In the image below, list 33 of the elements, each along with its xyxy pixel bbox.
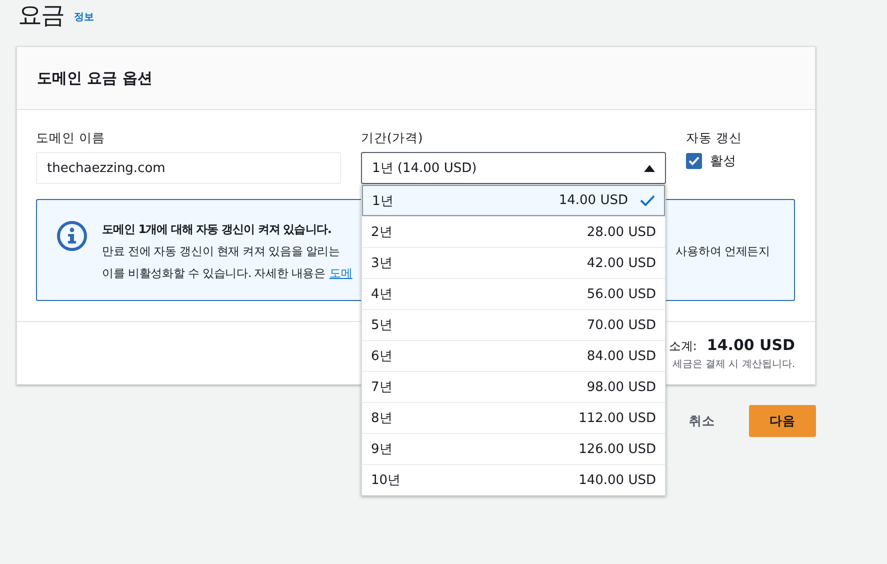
tax-note: 세금은 결제 시 계산됩니다.: [672, 358, 795, 370]
dropdown-option[interactable]: 1년 14.00 USD: [362, 185, 665, 216]
info-link[interactable]: 정보: [74, 10, 94, 30]
alert-title: 도메인 1개에 대해 자동 갱신이 켜져 있습니다.: [102, 221, 331, 238]
info-icon: [56, 220, 88, 252]
alert-text: 사용하여 언제든지: [676, 243, 770, 260]
alert-text: 이를 비활성화할 수 있습니다. 자세한 내용은: [102, 265, 326, 282]
duration-select[interactable]: 1년 (14.00 USD): [361, 152, 666, 184]
dropdown-option[interactable]: 10년 140.00 USD: [362, 464, 665, 495]
page-title: 요금: [18, 0, 64, 30]
checkbox-label: 활성: [710, 153, 736, 170]
domain-name-field[interactable]: thechaezzing.com: [36, 152, 341, 184]
alert-link[interactable]: 도메: [330, 266, 352, 280]
field-label: 기간(가격): [361, 130, 424, 146]
dropdown-option[interactable]: 8년 112.00 USD: [362, 402, 665, 433]
dropdown-option[interactable]: 5년 70.00 USD: [362, 309, 665, 340]
field-label: 자동 갱신: [686, 130, 742, 146]
dropdown-option[interactable]: 9년 126.00 USD: [362, 433, 665, 464]
dropdown-option[interactable]: 4년 56.00 USD: [362, 278, 665, 309]
dropdown-option[interactable]: 3년 42.00 USD: [362, 247, 665, 278]
alert-text: 만료 전에 자동 갱신이 현재 켜져 있음을 알리는: [102, 243, 340, 260]
cancel-button[interactable]: 취소: [683, 405, 721, 437]
check-icon: [640, 195, 655, 206]
dropdown-option[interactable]: 2년 28.00 USD: [362, 216, 665, 247]
field-label: 도메인 이름: [36, 130, 106, 146]
dropdown-option[interactable]: 6년 84.00 USD: [362, 340, 665, 371]
next-button[interactable]: 다음: [749, 405, 816, 437]
caret-icon: [644, 164, 655, 172]
checkbox[interactable]: [686, 153, 702, 169]
subtotal-value: 14.00 USD: [706, 336, 795, 354]
subtotal-label: 소계:: [668, 338, 697, 354]
dropdown-option[interactable]: 7년 98.00 USD: [362, 371, 665, 402]
card-title: 도메인 요금 옵션: [37, 68, 152, 88]
